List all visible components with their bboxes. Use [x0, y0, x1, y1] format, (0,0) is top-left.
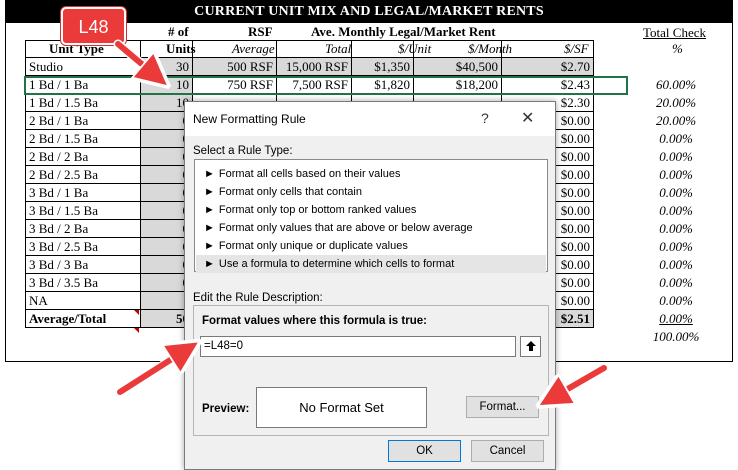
unit-type-cell[interactable]: 2 Bd / 2.5 Ba	[25, 165, 141, 184]
select-rule-type-label: Select a Rule Type:	[193, 145, 293, 157]
comment-indicator-icon	[134, 328, 139, 333]
total-check-value: 0.00%	[659, 203, 693, 218]
collapse-dialog-icon[interactable]	[520, 336, 541, 357]
header-ave-rent: Ave. Monthly Legal/Market Rent	[311, 24, 496, 39]
arrow-to-format-button	[548, 363, 609, 400]
table-row: 1 Bd / 1 Ba 10 750 RSF 7,500 RSF $1,820 $18,2…	[25, 75, 594, 94]
per-sf-cell[interactable]: $2.70	[501, 57, 594, 76]
rule-type-item[interactable]: ► Format only top or bottom ranked values	[196, 201, 546, 219]
unit-type-cell[interactable]: 1 Bd / 1.5 Ba	[25, 93, 141, 112]
rule-type-item[interactable]: ► Format all cells based on their values	[196, 165, 546, 183]
formula-label: Format values where this formula is true…	[202, 315, 427, 327]
unit-type-cell[interactable]: NA	[25, 291, 141, 310]
unit-type-cell[interactable]: 3 Bd / 3 Ba	[25, 255, 141, 274]
total-rsf-cell[interactable]: 7,500 RSF	[276, 75, 352, 94]
unit-type-cell[interactable]: 3 Bd / 1 Ba	[25, 183, 141, 202]
total-check-value: 0.00%	[659, 221, 693, 236]
rule-description-panel: Format values where this formula is true…	[193, 305, 549, 436]
per-month-cell[interactable]: $40,500	[413, 57, 502, 76]
unit-type-cell[interactable]: 3 Bd / 1.5 Ba	[25, 201, 141, 220]
rule-type-item[interactable]: ► Format only values that are above or be…	[196, 219, 546, 237]
per-unit-cell[interactable]: $1,820	[351, 75, 414, 94]
new-formatting-rule-dialog: New Formatting Rule ? ✕ Select a Rule Ty…	[184, 101, 556, 470]
arrow-icon: ►	[204, 240, 215, 252]
header-total-check: Total Check	[643, 25, 706, 40]
total-check-value: 0.00%	[659, 167, 693, 182]
arrow-icon: ►	[204, 186, 215, 198]
unit-type-cell[interactable]: 2 Bd / 1.5 Ba	[25, 129, 141, 148]
total-check-value: 0.00%	[659, 239, 693, 254]
format-button[interactable]: Format...	[466, 396, 539, 418]
total-check-value: 0.00%	[659, 311, 693, 326]
table-row: Studio 30 500 RSF 15,000 RSF $1,350 $40,500 $2…	[25, 57, 594, 76]
rule-type-item[interactable]: ► Format only unique or duplicate values	[196, 237, 546, 255]
unit-type-cell[interactable]: Studio	[25, 57, 141, 76]
close-icon[interactable]: ✕	[521, 108, 534, 128]
total-check-value: 0.00%	[659, 149, 693, 164]
unit-type-cell[interactable]: 2 Bd / 2 Ba	[25, 147, 141, 166]
units-cell[interactable]: 30	[140, 57, 193, 76]
cell-reference-callout: L48	[61, 7, 126, 45]
help-icon[interactable]: ?	[481, 110, 489, 126]
unit-type-cell[interactable]: 2 Bd / 1 Ba	[25, 111, 141, 130]
formula-input[interactable]: =L48=0	[200, 336, 516, 357]
arrow-icon: ►	[204, 168, 215, 180]
unit-type-cell[interactable]: 3 Bd / 3.5 Ba	[25, 273, 141, 292]
unit-type-cell[interactable]: Average/Total	[25, 309, 141, 328]
total-check-value: 20.00%	[655, 113, 697, 128]
avg-rsf-cell[interactable]: 750 RSF	[192, 75, 277, 94]
rule-type-item[interactable]: ► Format only cells that contain	[196, 183, 546, 201]
header-num-of: # of	[168, 24, 189, 39]
cancel-button[interactable]: Cancel	[471, 440, 544, 462]
unit-type-cell[interactable]: 1 Bd / 1 Ba	[25, 75, 141, 94]
arrow-icon: ►	[204, 258, 215, 270]
header-pct: %	[672, 41, 683, 56]
comment-indicator-icon	[134, 310, 139, 315]
per-unit-cell[interactable]: $1,350	[351, 57, 414, 76]
total-rsf-cell[interactable]: 15,000 RSF	[276, 57, 352, 76]
dialog-title: New Formatting Rule	[193, 112, 306, 126]
total-check-value: 20.00%	[655, 95, 697, 110]
total-check-value: 0.00%	[659, 293, 693, 308]
dialog-title-bar: New Formatting Rule ? ✕	[185, 102, 555, 136]
arrow-icon: ►	[204, 222, 215, 234]
up-arrow-icon	[525, 341, 536, 351]
total-check-value: 0.00%	[659, 131, 693, 146]
avg-rsf-cell[interactable]: 500 RSF	[192, 57, 277, 76]
per-month-cell[interactable]: $18,200	[413, 75, 502, 94]
preview-label: Preview:	[202, 403, 250, 415]
edit-rule-description-label: Edit the Rule Description:	[193, 292, 323, 304]
format-preview: No Format Set	[256, 387, 427, 428]
total-check-value: 100.00%	[652, 329, 700, 344]
units-cell[interactable]: 10	[140, 75, 193, 94]
total-check-value: 0.00%	[659, 185, 693, 200]
rule-type-item-selected[interactable]: ► Use a formula to determine which cells …	[196, 255, 546, 273]
ok-button[interactable]: OK	[388, 440, 461, 462]
rule-type-list[interactable]: ► Format all cells based on their values …	[194, 159, 548, 273]
total-check-value: 60.00%	[655, 77, 697, 92]
unit-type-cell[interactable]: 3 Bd / 2.5 Ba	[25, 237, 141, 256]
per-sf-cell[interactable]: $2.43	[501, 75, 594, 94]
header-rsf: RSF	[248, 24, 273, 39]
unit-type-cell[interactable]: 3 Bd / 2 Ba	[25, 219, 141, 238]
total-check-value: 0.00%	[659, 275, 693, 290]
total-check-value: 0.00%	[659, 257, 693, 272]
arrow-icon: ►	[204, 204, 215, 216]
